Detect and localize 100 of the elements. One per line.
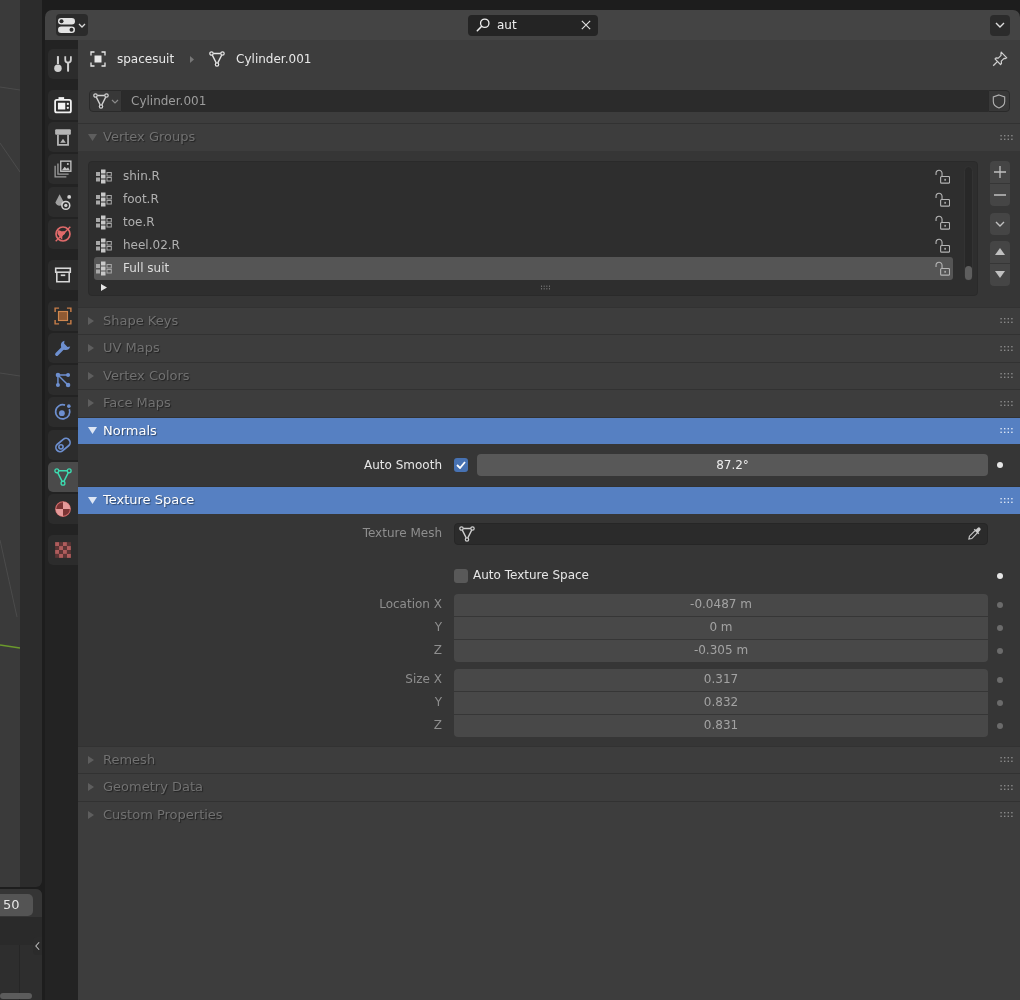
padlock-icon[interactable] <box>935 214 950 230</box>
move-up-button[interactable] <box>990 240 1010 263</box>
properties-tab[interactable] <box>48 493 78 524</box>
properties-tab[interactable] <box>48 300 78 331</box>
menu-button[interactable] <box>990 212 1010 235</box>
archive-box-icon <box>54 265 72 284</box>
keyframe-dot-icon[interactable] <box>997 601 1003 608</box>
close-icon[interactable] <box>581 20 591 30</box>
padlock-icon[interactable] <box>935 168 950 184</box>
list-item[interactable]: toe.R <box>94 210 953 234</box>
vertex-group-icon <box>96 260 112 276</box>
mesh-browse-button[interactable] <box>89 90 122 112</box>
keyframe-dot-icon[interactable] <box>997 722 1003 729</box>
printer-icon <box>54 128 72 147</box>
triangle-up-icon <box>995 248 1005 255</box>
name-field[interactable]: Cylinder.001 <box>122 90 988 112</box>
drag-grip-icon[interactable] <box>1000 400 1013 406</box>
number-field[interactable]: 50 <box>0 894 33 916</box>
drag-grip-icon[interactable] <box>1000 812 1013 818</box>
checkbox-label[interactable]: Auto Texture Space <box>473 568 589 583</box>
property-label: Y <box>433 695 443 710</box>
keyframe-dot-icon[interactable] <box>997 624 1003 631</box>
list-item[interactable]: heel.02.R <box>94 233 953 257</box>
expand-triangle-icon[interactable] <box>101 283 107 291</box>
drag-grip-icon[interactable] <box>1000 497 1013 503</box>
drag-grip-icon[interactable] <box>1000 428 1013 434</box>
drop-and-circle-icon <box>54 192 72 211</box>
property-label: Auto Smooth <box>363 457 443 473</box>
keyframe-dot-icon[interactable] <box>997 676 1003 683</box>
properties-tab[interactable] <box>48 154 78 185</box>
keyframe-dot-icon[interactable] <box>997 462 1003 468</box>
breadcrumb-arrow-icon <box>190 55 195 63</box>
eyedropper-icon[interactable] <box>967 526 982 541</box>
plus-icon <box>994 165 1006 178</box>
checkbox[interactable] <box>454 458 468 472</box>
panel-header[interactable]: Normals <box>78 416 1020 444</box>
bracketed-square-icon <box>90 51 106 67</box>
triangle-mesh-icon <box>92 93 109 109</box>
number-field[interactable]: 87.2° <box>477 454 988 476</box>
properties-tab[interactable] <box>48 186 78 217</box>
disclosure-triangle-icon[interactable] <box>88 427 97 435</box>
drag-grip-icon[interactable] <box>1000 318 1013 324</box>
shield-icon <box>992 93 1006 109</box>
drag-grip-icon[interactable] <box>1000 373 1013 379</box>
number-field[interactable]: 0.317 <box>454 668 988 691</box>
triangle-mesh-icon <box>459 525 475 542</box>
drag-grip-icon[interactable] <box>1000 757 1013 763</box>
move-down-button[interactable] <box>990 263 1010 286</box>
vertex-group-icon <box>96 214 112 230</box>
keyframe-dot-icon[interactable] <box>997 572 1003 579</box>
properties-tab[interactable] <box>48 259 78 290</box>
search-field[interactable]: aut <box>468 14 598 36</box>
scrollbar-thumb[interactable] <box>965 265 972 280</box>
number-field[interactable]: 0.831 <box>454 714 988 737</box>
property-label: Z <box>432 718 443 733</box>
checkbox[interactable] <box>454 568 468 583</box>
capsule-icon <box>54 435 72 454</box>
number-field[interactable]: -0.0487 m <box>454 593 988 616</box>
list-item[interactable]: foot.R <box>94 187 953 211</box>
keyframe-dot-icon[interactable] <box>997 699 1003 706</box>
resize-grip-icon[interactable] <box>541 284 550 290</box>
drag-grip-icon[interactable] <box>1000 134 1013 140</box>
properties-tab[interactable] <box>48 461 78 492</box>
number-field[interactable]: -0.305 m <box>454 639 988 662</box>
chevron-down-icon <box>995 22 1005 28</box>
remove-button[interactable] <box>990 183 1010 206</box>
vertex-group-icon <box>96 168 112 184</box>
properties-tab[interactable] <box>48 90 78 120</box>
wrench-icon <box>54 338 72 357</box>
dropdown-button[interactable] <box>990 14 1010 36</box>
pin-icon[interactable] <box>992 51 1008 67</box>
panel-header[interactable]: Texture Space <box>78 486 1020 514</box>
breadcrumb-label: spacesuit <box>117 51 175 67</box>
padlock-icon[interactable] <box>935 191 950 207</box>
disclosure-triangle-icon[interactable] <box>88 496 97 504</box>
scrollbar[interactable] <box>964 165 973 281</box>
vertex-group-icon <box>96 191 112 207</box>
search-icon <box>476 18 490 32</box>
add-button[interactable] <box>990 160 1010 183</box>
sphere-icon <box>54 499 72 518</box>
number-field[interactable]: 0 m <box>454 616 988 639</box>
property-label: Location X <box>378 597 443 612</box>
chevron-down-icon <box>995 220 1005 227</box>
keyframe-dot-icon[interactable] <box>997 647 1003 654</box>
triangle-mesh-icon <box>54 467 72 486</box>
number-field[interactable]: 0.832 <box>454 691 988 714</box>
properties-tab[interactable] <box>48 49 78 79</box>
editor-type-button[interactable] <box>56 14 88 36</box>
object-field[interactable] <box>454 522 988 545</box>
padlock-icon[interactable] <box>935 260 950 276</box>
property-label: Size X <box>404 672 443 687</box>
fake-user-button[interactable] <box>988 90 1010 112</box>
list-item[interactable]: Full suit <box>94 256 953 280</box>
scrollbar-thumb[interactable] <box>0 993 32 999</box>
padlock-icon[interactable] <box>935 237 950 253</box>
camera-icon <box>54 96 72 114</box>
properties-tab[interactable] <box>48 122 78 153</box>
drag-grip-icon[interactable] <box>1000 345 1013 351</box>
list-item[interactable]: shin.R <box>94 164 953 188</box>
drag-grip-icon[interactable] <box>1000 784 1013 790</box>
